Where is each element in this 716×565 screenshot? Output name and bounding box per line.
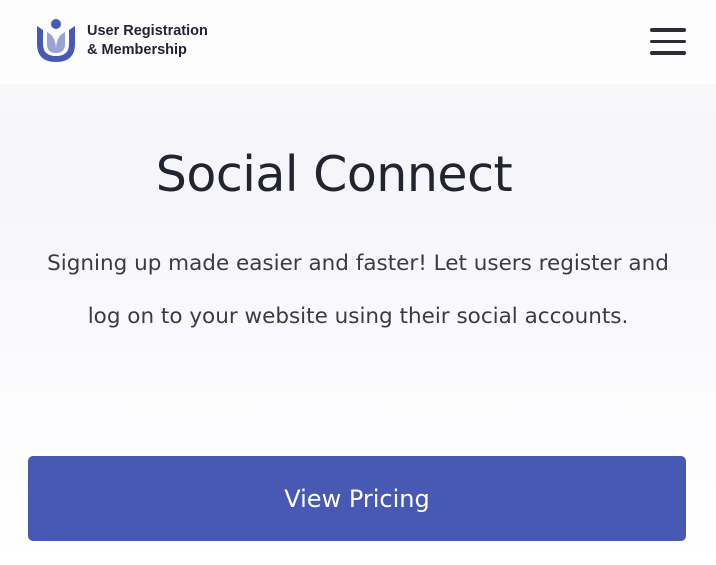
page-title: Social Connect — [155, 146, 513, 203]
logo-line-2: & Membership — [87, 42, 187, 58]
hero-description: Signing up made easier and faster! Let u… — [47, 251, 669, 329]
view-pricing-button[interactable]: View Pricing — [28, 456, 686, 541]
logo-line-1: User Registration — [87, 23, 208, 39]
logo-text: User Registration & Membership — [87, 22, 208, 60]
hamburger-bar — [650, 28, 686, 32]
page: User Registration & Membership Social Co… — [0, 0, 716, 565]
hamburger-bar — [650, 39, 686, 43]
hamburger-bar — [650, 51, 686, 55]
site-header: User Registration & Membership — [0, 0, 716, 84]
site-logo-link[interactable]: User Registration & Membership — [36, 18, 208, 64]
user-registration-logo-icon — [37, 19, 75, 62]
hamburger-menu-icon[interactable] — [650, 28, 686, 55]
